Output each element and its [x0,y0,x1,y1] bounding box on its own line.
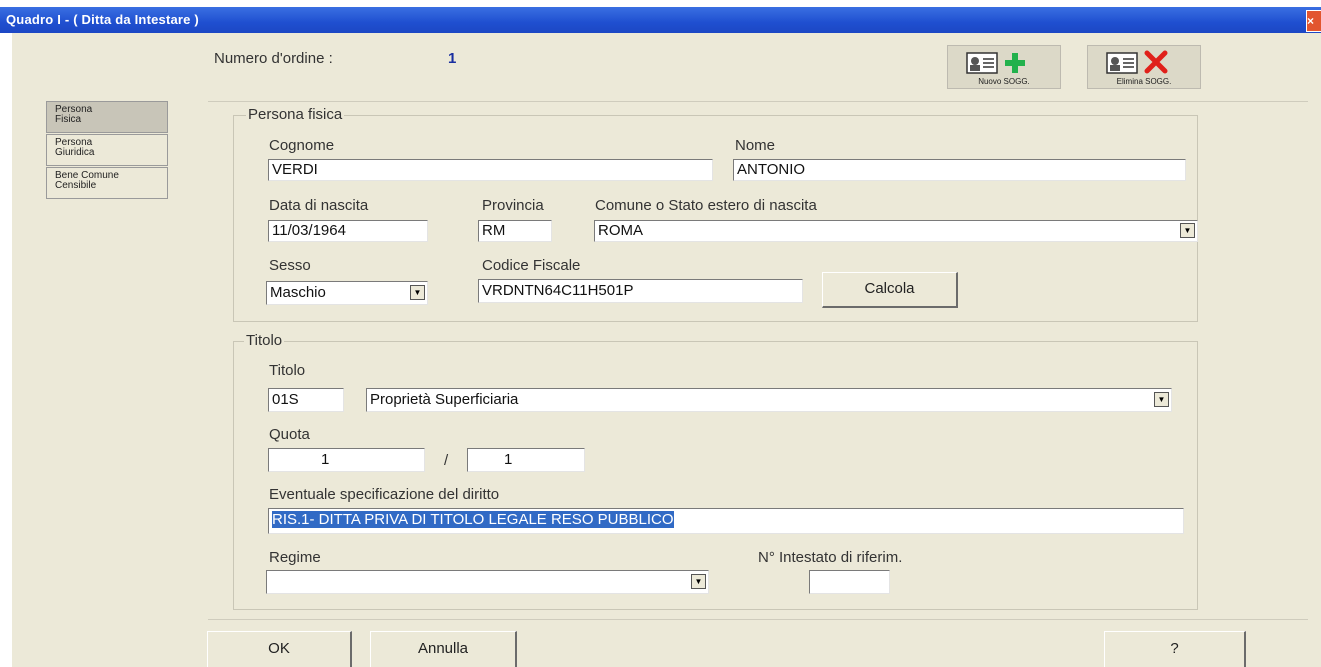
person-card-icon [966,52,998,74]
tab-persona-fisica[interactable]: Persona Fisica [46,101,168,133]
titolo-code-input[interactable]: 01S [268,388,344,412]
tab-bene-comune[interactable]: Bene Comune Censibile [46,167,168,199]
chevron-down-icon[interactable]: ▼ [1154,392,1169,407]
sesso-select[interactable]: Maschio ▼ [266,281,428,305]
specificazione-input[interactable]: RIS.1- DITTA PRIVA DI TITOLO LEGALE RESO… [268,508,1184,534]
intestato-label: N° Intestato di riferim. [758,549,903,566]
delete-subject-button[interactable]: Elimina SOGG. [1087,45,1201,89]
close-icon[interactable]: × [1306,10,1321,32]
nome-label: Nome [735,137,776,154]
comune-select[interactable]: ROMA ▼ [594,220,1198,242]
person-card-icon [1106,52,1138,74]
quota-separator: / [444,452,449,469]
tab-line2: Fisica [55,114,82,125]
quota-label: Quota [269,426,310,443]
cognome-label: Cognome [269,137,335,154]
data-nascita-label: Data di nascita [269,197,369,214]
tab-persona-giuridica[interactable]: Persona Giuridica [46,134,168,166]
intestato-input[interactable] [809,570,890,594]
delete-subject-label: Elimina SOGG. [1116,77,1172,86]
provincia-label: Provincia [482,197,544,214]
titolo-select[interactable]: Proprietà Superficiaria ▼ [366,388,1172,412]
titolo-group-label: Titolo [244,332,285,349]
chevron-down-icon[interactable]: ▼ [410,285,425,300]
titolo-label: Titolo [269,362,306,379]
sesso-label: Sesso [269,257,311,274]
delete-cross-icon [1144,50,1168,74]
comune-value: ROMA [598,222,643,239]
order-number-value: 1 [448,50,457,67]
regime-select[interactable]: ▼ [266,570,709,594]
window-title: Quadro I - ( Ditta da Intestare ) [6,12,199,27]
window-titlebar: Quadro I - ( Ditta da Intestare ) × [0,7,1321,33]
new-subject-label: Nuovo SOGG. [978,77,1030,86]
cognome-input[interactable]: VERDI [268,159,713,181]
tab-line2: Censibile [55,180,97,191]
provincia-input[interactable]: RM [478,220,552,242]
ok-button[interactable]: OK [207,631,352,667]
help-button[interactable]: ? [1104,631,1246,667]
order-number-label: Numero d'ordine : [214,50,333,67]
persona-fisica-group-label: Persona fisica [246,106,345,123]
comune-label: Comune o Stato estero di nascita [595,197,817,214]
titolo-value: Proprietà Superficiaria [370,391,519,408]
chevron-down-icon[interactable]: ▼ [1180,223,1195,238]
plus-icon [1005,53,1025,73]
calcola-button[interactable]: Calcola [822,272,958,308]
specificazione-selected-text: RIS.1- DITTA PRIVA DI TITOLO LEGALE RESO… [272,511,674,528]
quota-numerator-input[interactable]: 1 [268,448,425,472]
codice-fiscale-input[interactable]: VRDNTN64C11H501P [478,279,803,303]
quota-denominator-input[interactable]: 1 [467,448,585,472]
specificazione-label: Eventuale specificazione del diritto [269,486,500,503]
regime-label: Regime [269,549,321,566]
codice-fiscale-label: Codice Fiscale [482,257,581,274]
annulla-button[interactable]: Annulla [370,631,517,667]
new-subject-button[interactable]: Nuovo SOGG. [947,45,1061,89]
sesso-value: Maschio [270,284,326,301]
data-nascita-input[interactable]: 11/03/1964 [268,220,428,242]
chevron-down-icon[interactable]: ▼ [691,574,706,589]
tab-line2: Giuridica [55,147,95,158]
footer-separator [208,619,1308,620]
header-separator [208,101,1308,102]
nome-input[interactable]: ANTONIO [733,159,1186,181]
